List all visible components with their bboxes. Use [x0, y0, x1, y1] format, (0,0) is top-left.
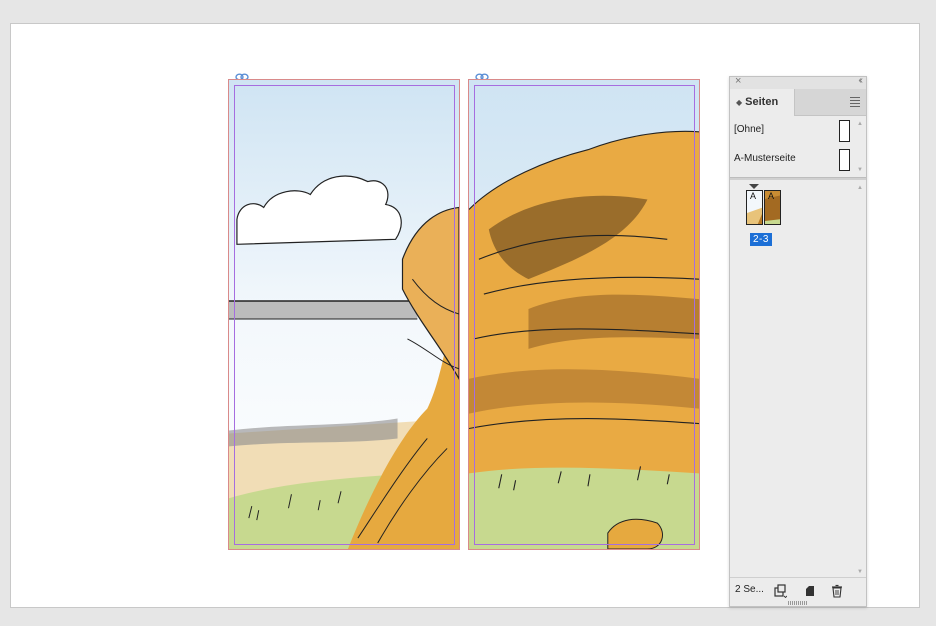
- page-2[interactable]: [228, 79, 460, 550]
- master-label: A-Musterseite: [734, 153, 796, 164]
- tab-label: Seiten: [745, 96, 779, 108]
- collapse-panel-icon[interactable]: ‹‹: [858, 75, 862, 86]
- spread-label-selected[interactable]: 2-3: [750, 233, 772, 246]
- panel-bottom-toolbar: 2 Se...: [730, 577, 866, 606]
- master-thumbnail[interactable]: [839, 149, 850, 171]
- current-spread-indicator-icon: [749, 184, 759, 189]
- pages-panel: × ‹‹ ◆Seiten [Ohne] A-Musterseite ▲ ▼ A: [729, 75, 867, 607]
- scroll-up-icon[interactable]: ▲: [857, 121, 863, 127]
- page-count-label: 2 Se...: [735, 584, 764, 595]
- master-item-a[interactable]: A-Musterseite: [734, 147, 854, 171]
- new-page-icon[interactable]: [803, 584, 817, 598]
- spread-thumbnail-2-3[interactable]: A A: [746, 190, 782, 225]
- close-icon[interactable]: ×: [735, 75, 741, 87]
- master-thumbnail[interactable]: [839, 120, 850, 142]
- sort-arrows-icon: ◆: [736, 98, 743, 107]
- scroll-up-icon[interactable]: ▲: [857, 185, 863, 191]
- master-prefix: A: [750, 191, 757, 201]
- panel-tab-row: ◆ Seiten: [730, 89, 866, 116]
- landscape-illustration-left: [229, 80, 459, 549]
- panel-menu-icon[interactable]: [850, 97, 860, 109]
- scroll-down-icon[interactable]: ▼: [857, 167, 863, 173]
- master-prefix: A: [768, 191, 775, 201]
- resize-grip[interactable]: [788, 601, 808, 605]
- tab-seiten[interactable]: ◆ Seiten: [730, 89, 795, 116]
- page-thumbnail-3[interactable]: A: [764, 190, 781, 225]
- scroll-down-icon[interactable]: ▼: [857, 569, 863, 575]
- landscape-illustration-right: [469, 80, 699, 549]
- panel-titlebar[interactable]: × ‹‹: [730, 75, 866, 89]
- edit-page-size-icon[interactable]: [773, 584, 787, 598]
- page-3[interactable]: [468, 79, 700, 550]
- delete-page-icon[interactable]: [830, 584, 844, 598]
- panel-divider[interactable]: [730, 177, 866, 180]
- page-thumbnail-2[interactable]: A: [746, 190, 763, 225]
- master-item-none[interactable]: [Ohne]: [734, 118, 854, 142]
- master-label: [Ohne]: [734, 124, 765, 135]
